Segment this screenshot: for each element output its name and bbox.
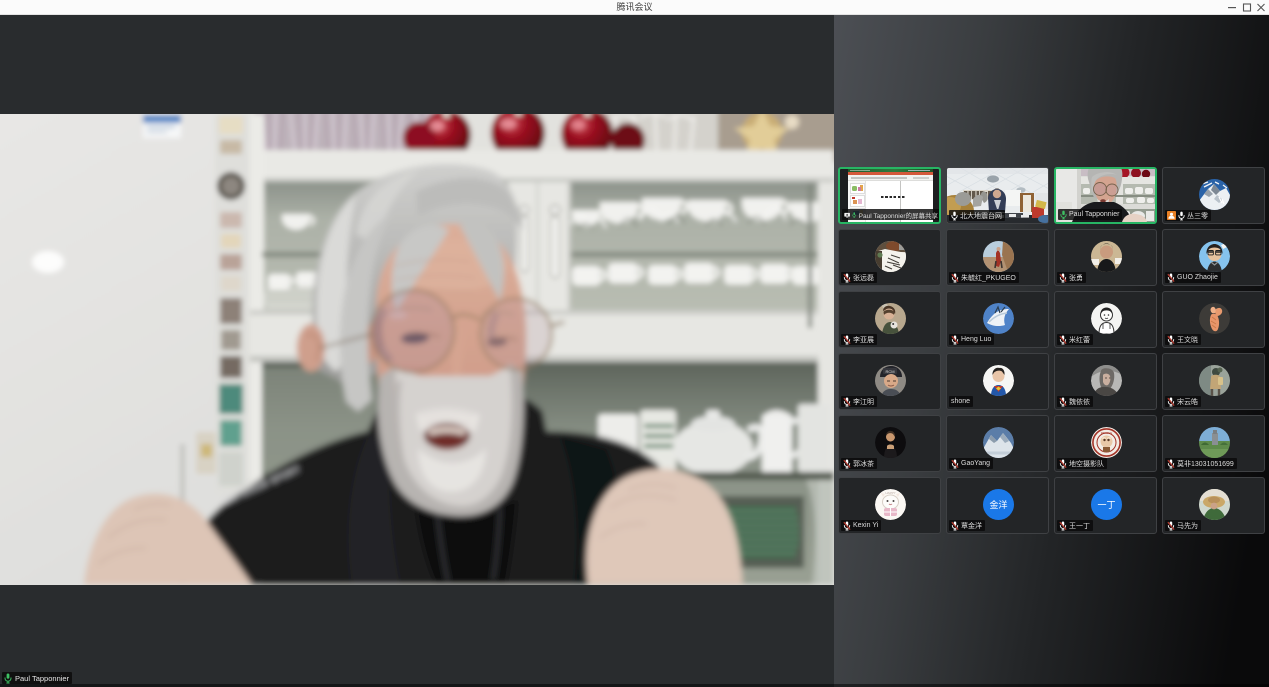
svg-text:PEKING: PEKING bbox=[1101, 431, 1113, 435]
svg-text:RCM: RCM bbox=[885, 369, 894, 374]
svg-text:HAPPY: HAPPY bbox=[885, 491, 895, 495]
